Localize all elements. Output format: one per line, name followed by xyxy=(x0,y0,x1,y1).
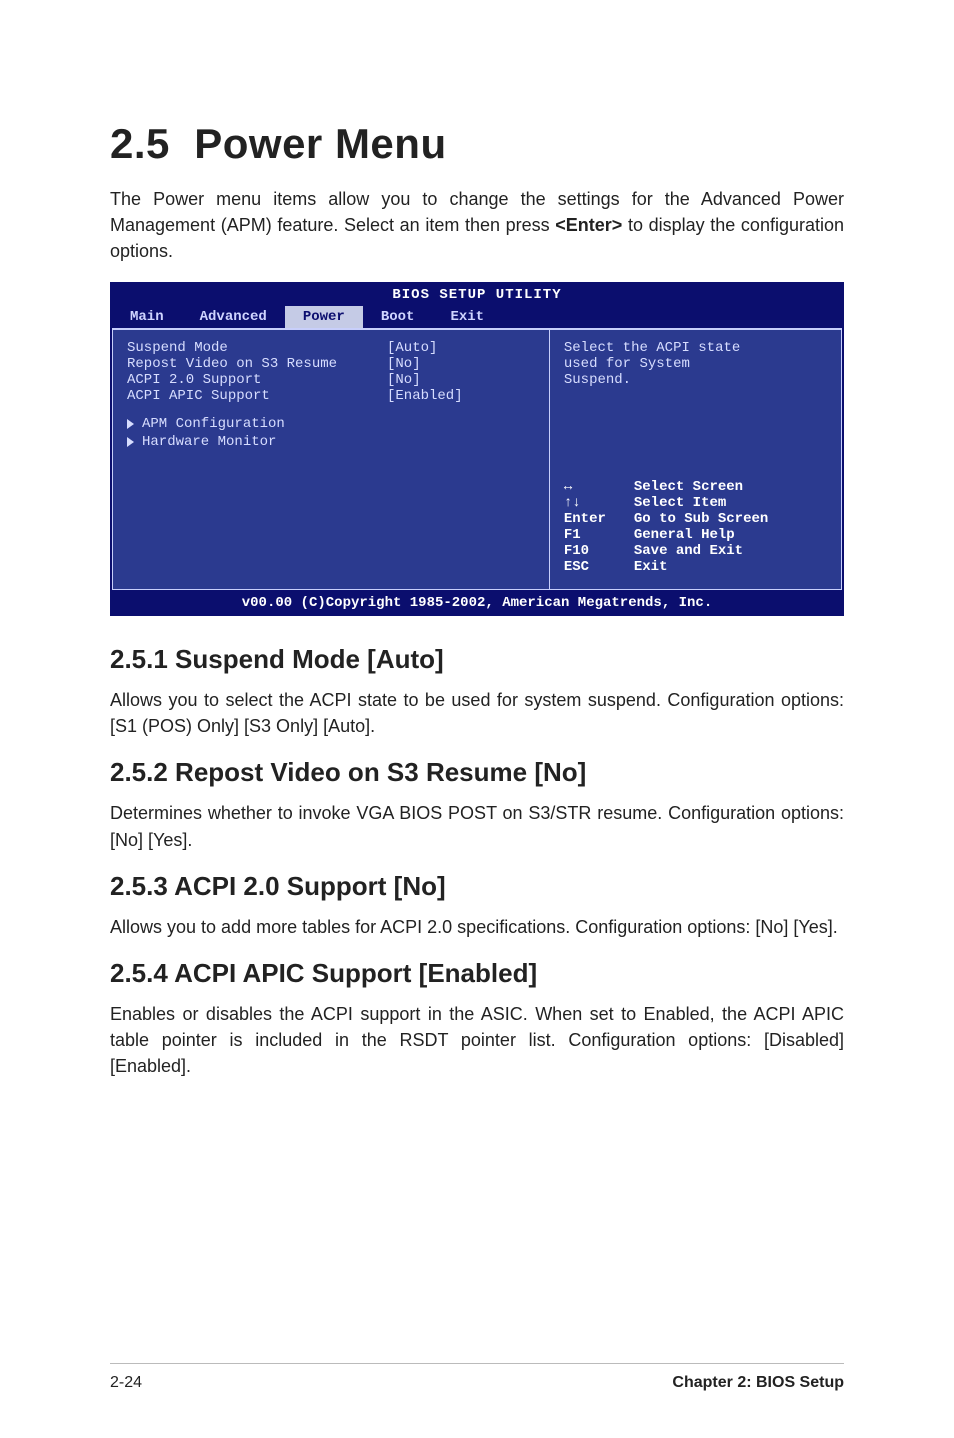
bios-item-label: ACPI 2.0 Support xyxy=(127,372,387,388)
bios-tab-exit[interactable]: Exit xyxy=(432,306,502,328)
bios-item-acpi-20[interactable]: ACPI 2.0 Support [No] xyxy=(127,372,535,388)
bios-key: Enter xyxy=(564,511,634,527)
section-title-252: 2.5.2 Repost Video on S3 Resume [No] xyxy=(110,757,844,788)
heading-number: 2.5 xyxy=(110,120,170,167)
section-title-254: 2.5.4 ACPI APIC Support [Enabled] xyxy=(110,958,844,989)
bios-tab-power[interactable]: Power xyxy=(285,306,363,328)
bios-key-desc: Exit xyxy=(634,559,668,575)
section-title-251: 2.5.1 Suspend Mode [Auto] xyxy=(110,644,844,675)
section-body-251: Allows you to select the ACPI state to b… xyxy=(110,687,844,739)
bios-key-row: F10Save and Exit xyxy=(564,543,827,559)
bios-item-label: Repost Video on S3 Resume xyxy=(127,356,387,372)
bios-main-panel: Suspend Mode [Auto] Repost Video on S3 R… xyxy=(112,330,550,590)
bios-key-row: F1General Help xyxy=(564,527,827,543)
bios-help-line: used for System xyxy=(564,356,827,372)
bios-key-desc: Go to Sub Screen xyxy=(634,511,768,527)
page-title: 2.5 Power Menu xyxy=(110,120,844,168)
intro-paragraph: The Power menu items allow you to change… xyxy=(110,186,844,264)
bios-item-suspend-mode[interactable]: Suspend Mode [Auto] xyxy=(127,340,535,356)
bios-sub-hardware-monitor[interactable]: Hardware Monitor xyxy=(127,434,535,450)
bios-tab-boot[interactable]: Boot xyxy=(363,306,433,328)
bios-key: ESC xyxy=(564,559,634,575)
bios-key: F1 xyxy=(564,527,634,543)
bios-footer: v00.00 (C)Copyright 1985-2002, American … xyxy=(112,590,842,614)
triangle-right-icon xyxy=(127,437,134,447)
bios-item-value: [No] xyxy=(387,356,421,372)
bios-sub-apm-config[interactable]: APM Configuration xyxy=(127,416,535,432)
triangle-right-icon xyxy=(127,419,134,429)
bios-screenshot: BIOS SETUP UTILITY Main Advanced Power B… xyxy=(110,282,844,616)
bios-item-value: [Enabled] xyxy=(387,388,463,404)
bios-title: BIOS SETUP UTILITY xyxy=(112,287,842,303)
bios-title-row: BIOS SETUP UTILITY xyxy=(112,284,842,306)
bios-tab-bar: Main Advanced Power Boot Exit xyxy=(112,306,842,328)
bios-key-legend: ↔Select Screen ↑↓Select Item EnterGo to … xyxy=(564,479,827,575)
bios-key-desc: Select Screen xyxy=(634,479,743,495)
bios-help-line: Select the ACPI state xyxy=(564,340,827,356)
bios-item-label: ACPI APIC Support xyxy=(127,388,387,404)
bios-key-desc: Select Item xyxy=(634,495,726,511)
bios-body: Suspend Mode [Auto] Repost Video on S3 R… xyxy=(112,328,842,590)
bios-sub-label: Hardware Monitor xyxy=(142,434,276,450)
bios-key: ↔ xyxy=(564,479,634,495)
bios-key-row: ↔Select Screen xyxy=(564,479,827,495)
section-body-252: Determines whether to invoke VGA BIOS PO… xyxy=(110,800,844,852)
bios-item-label: Suspend Mode xyxy=(127,340,387,356)
bios-key-desc: Save and Exit xyxy=(634,543,743,559)
bios-tab-main[interactable]: Main xyxy=(112,306,182,328)
bios-item-acpi-apic[interactable]: ACPI APIC Support [Enabled] xyxy=(127,388,535,404)
bios-item-value: [Auto] xyxy=(387,340,437,356)
bios-sub-label: APM Configuration xyxy=(142,416,285,432)
section-body-253: Allows you to add more tables for ACPI 2… xyxy=(110,914,844,940)
bios-key-row: ↑↓Select Item xyxy=(564,495,827,511)
bios-item-value: [No] xyxy=(387,372,421,388)
chapter-label: Chapter 2: BIOS Setup xyxy=(672,1374,844,1392)
bios-help-text: Select the ACPI state used for System Su… xyxy=(564,340,827,388)
section-title-253: 2.5.3 ACPI 2.0 Support [No] xyxy=(110,871,844,902)
bios-item-repost-video[interactable]: Repost Video on S3 Resume [No] xyxy=(127,356,535,372)
bios-side-panel: Select the ACPI state used for System Su… xyxy=(550,330,842,590)
bios-help-line: Suspend. xyxy=(564,372,827,388)
bios-key: ↑↓ xyxy=(564,495,634,511)
heading-text: Power Menu xyxy=(194,120,446,167)
bios-key: F10 xyxy=(564,543,634,559)
page-footer: 2-24 Chapter 2: BIOS Setup xyxy=(110,1363,844,1392)
intro-key: <Enter> xyxy=(555,215,622,235)
bios-key-row: ESCExit xyxy=(564,559,827,575)
bios-tab-advanced[interactable]: Advanced xyxy=(182,306,285,328)
page-number: 2-24 xyxy=(110,1374,142,1392)
bios-key-row: EnterGo to Sub Screen xyxy=(564,511,827,527)
section-body-254: Enables or disables the ACPI support in … xyxy=(110,1001,844,1079)
bios-key-desc: General Help xyxy=(634,527,735,543)
